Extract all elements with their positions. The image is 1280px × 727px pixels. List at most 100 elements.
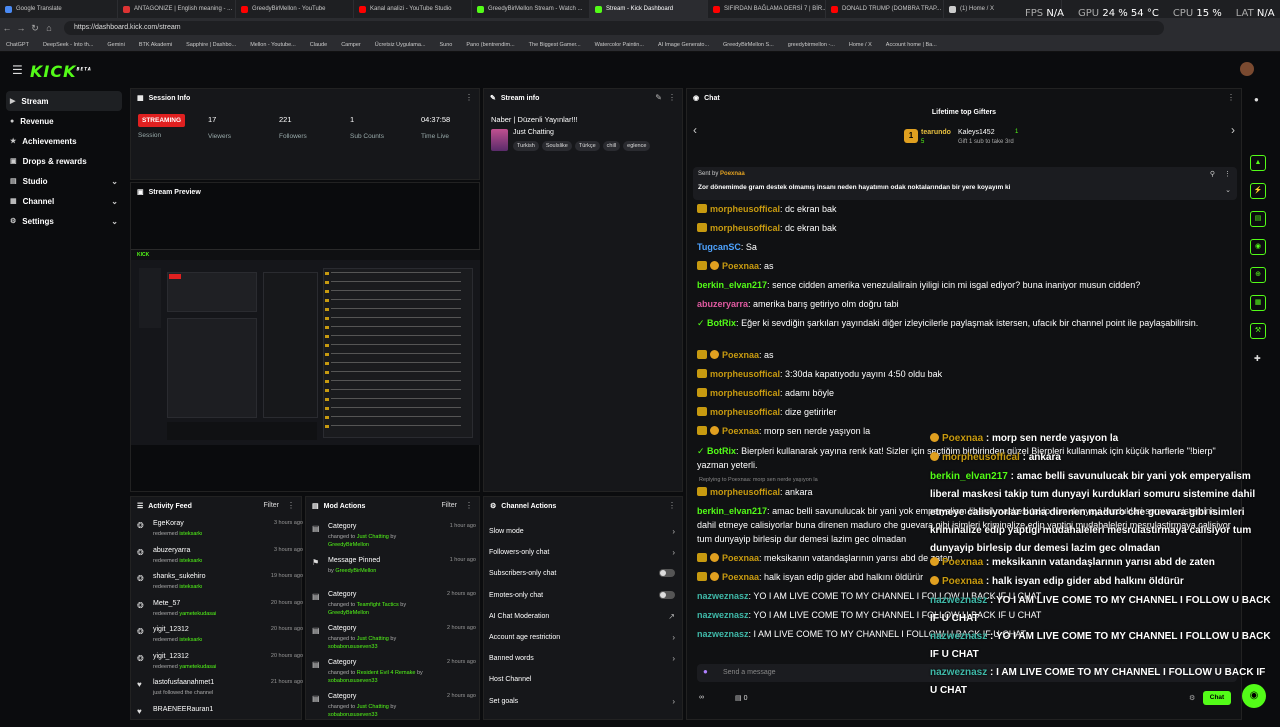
channel-action-subscribers-only-chat[interactable]: Subscribers-only chat — [489, 569, 675, 578]
browser-tab[interactable]: ANTAGONIZE | English meaning - ... — [118, 0, 236, 18]
chat-username[interactable]: Poexnaa — [722, 261, 759, 271]
channel-action-set-goals[interactable]: Set goals › — [489, 697, 675, 706]
external-link-icon[interactable]: ↗ — [668, 612, 675, 621]
rail-clip-icon[interactable]: ▲ — [1250, 155, 1266, 171]
edit-icon[interactable]: ✎ — [655, 93, 662, 102]
browser-tab[interactable]: DONALD TRUMP (DOMBRA TRAP... — [826, 0, 944, 18]
menu-icon[interactable]: ☰ — [12, 63, 23, 77]
chevron-right-icon[interactable]: › — [672, 548, 675, 557]
activity-user[interactable]: yigit_12312 — [153, 626, 189, 633]
sidebar-item-drops[interactable]: ▣ Drops & rewards — [0, 151, 128, 171]
pinned-message[interactable]: Sent by Poexnaa Zor dönemimde gram deste… — [693, 167, 1237, 200]
chevron-down-icon[interactable]: ⌄ — [111, 217, 118, 226]
rail-radio-icon[interactable]: ⊕ — [1250, 267, 1266, 283]
bookmark-item[interactable]: greedybirmellon -... — [788, 42, 835, 48]
chat-username[interactable]: morpheusoffical — [710, 223, 780, 233]
chevron-right-icon[interactable]: › — [1231, 123, 1235, 137]
bookmark-item[interactable]: BTK Akademi — [139, 42, 172, 48]
chat-username[interactable]: BotRix — [707, 446, 736, 456]
bookmark-item[interactable]: Camper — [341, 42, 361, 48]
bookmark-item[interactable]: Ücretsiz Uygulama... — [375, 42, 426, 48]
pin-icon[interactable]: ⚲ — [1210, 170, 1215, 178]
chevron-left-icon[interactable]: ‹ — [693, 123, 697, 137]
bookmark-item[interactable]: Pano (bentrendim... — [466, 42, 514, 48]
info-icon[interactable]: ● — [1254, 95, 1259, 104]
chat-username[interactable]: morpheusoffical — [710, 388, 780, 398]
chevron-right-icon[interactable]: › — [672, 633, 675, 642]
channel-action-slow-mode[interactable]: Slow mode › — [489, 527, 675, 536]
activity-user[interactable]: lastofusfaanahmet1 — [153, 679, 214, 686]
chat-username[interactable]: BotRix — [707, 318, 736, 328]
filter-button[interactable]: Filter — [263, 502, 279, 509]
chat-username[interactable]: morpheusoffical — [710, 487, 780, 497]
chat-username[interactable]: abuzeryarra — [697, 299, 748, 309]
chat-username[interactable]: morpheusoffical — [710, 369, 780, 379]
bookmark-item[interactable]: The Biggest Gamer... — [529, 42, 581, 48]
rail-wrench-icon[interactable]: ⚒ — [1250, 323, 1266, 339]
channel-action-ai-chat-moderation[interactable]: AI Chat Moderation ↗ — [489, 612, 675, 621]
toggle-switch[interactable] — [659, 590, 675, 599]
activity-user[interactable]: BRAENEERauran1 — [153, 706, 213, 713]
chat-username[interactable]: Poexnaa — [722, 572, 759, 582]
chat-username[interactable]: Poexnaa — [722, 426, 759, 436]
bookmark-item[interactable]: GreedyBirMellon S... — [723, 42, 774, 48]
sidebar-item-revenue[interactable]: ● Revenue — [0, 111, 128, 131]
sidebar-item-channel[interactable]: ▦ Channel ⌄ — [0, 191, 128, 211]
chevron-right-icon[interactable]: › — [672, 527, 675, 536]
home-icon[interactable]: ⌂ — [42, 23, 56, 33]
browser-tab[interactable]: Kanal analizi - YouTube Studio — [354, 0, 472, 18]
channel-action-host-channel[interactable]: Host Channel — [489, 676, 675, 683]
activity-user[interactable]: EgeKoray — [153, 520, 184, 527]
activity-user[interactable]: Mete_57 — [153, 600, 180, 607]
chat-username[interactable]: morpheusoffical — [710, 204, 780, 214]
chat-username[interactable]: berkin_elvan217 — [697, 506, 767, 516]
forward-icon[interactable]: → — [14, 23, 28, 33]
activity-user[interactable]: yigit_12312 — [153, 653, 189, 660]
avatar[interactable] — [1240, 62, 1254, 76]
tag-chip[interactable]: chill — [602, 141, 621, 151]
sidebar-item-stream[interactable]: ▶ Stream — [6, 91, 122, 111]
mic-icon[interactable]: ● — [703, 667, 708, 676]
filter-button[interactable]: Filter — [441, 502, 457, 509]
more-icon[interactable]: ⋮ — [287, 501, 295, 510]
chat-username[interactable]: TugcanSC — [697, 242, 741, 252]
bookmark-item[interactable]: Claude — [310, 42, 327, 48]
bookmark-item[interactable]: Suno — [440, 42, 453, 48]
rail-calendar-icon[interactable]: ▦ — [1250, 295, 1266, 311]
tag-chip[interactable]: Türkçe — [574, 141, 600, 151]
support-chat-icon[interactable]: ◉ — [1242, 684, 1266, 708]
infinity-icon[interactable]: ∞ — [699, 694, 704, 701]
bookmark-item[interactable]: Account home | Ba... — [886, 42, 937, 48]
browser-tab[interactable]: GreedyBirMellon - YouTube — [236, 0, 354, 18]
browser-tab[interactable]: Google Translate — [0, 0, 118, 18]
chevron-right-icon[interactable]: › — [672, 654, 675, 663]
chat-username[interactable]: Poexnaa — [722, 553, 759, 563]
stream-video[interactable]: KICK — [131, 249, 480, 445]
chat-username[interactable]: berkin_elvan217 — [697, 280, 767, 290]
activity-user[interactable]: shanks_sukehiro — [153, 573, 206, 580]
tag-chip[interactable]: Soulslike — [541, 141, 572, 151]
channel-action-followers-only-chat[interactable]: Followers-only chat › — [489, 548, 675, 557]
chevron-down-icon[interactable]: ⌄ — [1225, 186, 1231, 194]
more-icon[interactable]: ⋮ — [668, 93, 676, 102]
channel-action-banned-words[interactable]: Banned words › — [489, 654, 675, 663]
back-icon[interactable]: ← — [0, 23, 14, 33]
chevron-right-icon[interactable]: › — [672, 697, 675, 706]
reload-icon[interactable]: ↻ — [28, 23, 42, 34]
bookmark-item[interactable]: Home / X — [849, 42, 872, 48]
more-icon[interactable]: ⋮ — [465, 501, 473, 510]
bookmark-item[interactable]: Watercolor Paintin... — [595, 42, 644, 48]
bookmark-item[interactable]: AI Image Generato... — [658, 42, 709, 48]
sidebar-item-achievements[interactable]: ★ Achievements — [0, 131, 128, 151]
more-icon[interactable]: ⋮ — [465, 93, 473, 102]
rail-bolt-icon[interactable]: ⚡ — [1250, 183, 1266, 199]
kick-logo[interactable]: KICKBETA — [30, 62, 92, 81]
sidebar-item-settings[interactable]: ⚙ Settings ⌄ — [0, 211, 128, 231]
bookmark-item[interactable]: Mellon - Youtube... — [250, 42, 296, 48]
chat-username[interactable]: nazweznasz — [697, 610, 749, 620]
chat-username[interactable]: Poexnaa — [722, 350, 759, 360]
chevron-down-icon[interactable]: ⌄ — [111, 177, 118, 186]
tag-chip[interactable]: eglence — [623, 141, 651, 151]
more-icon[interactable]: ⋮ — [1224, 170, 1231, 178]
sidebar-item-studio[interactable]: ▤ Studio ⌄ — [0, 171, 128, 191]
